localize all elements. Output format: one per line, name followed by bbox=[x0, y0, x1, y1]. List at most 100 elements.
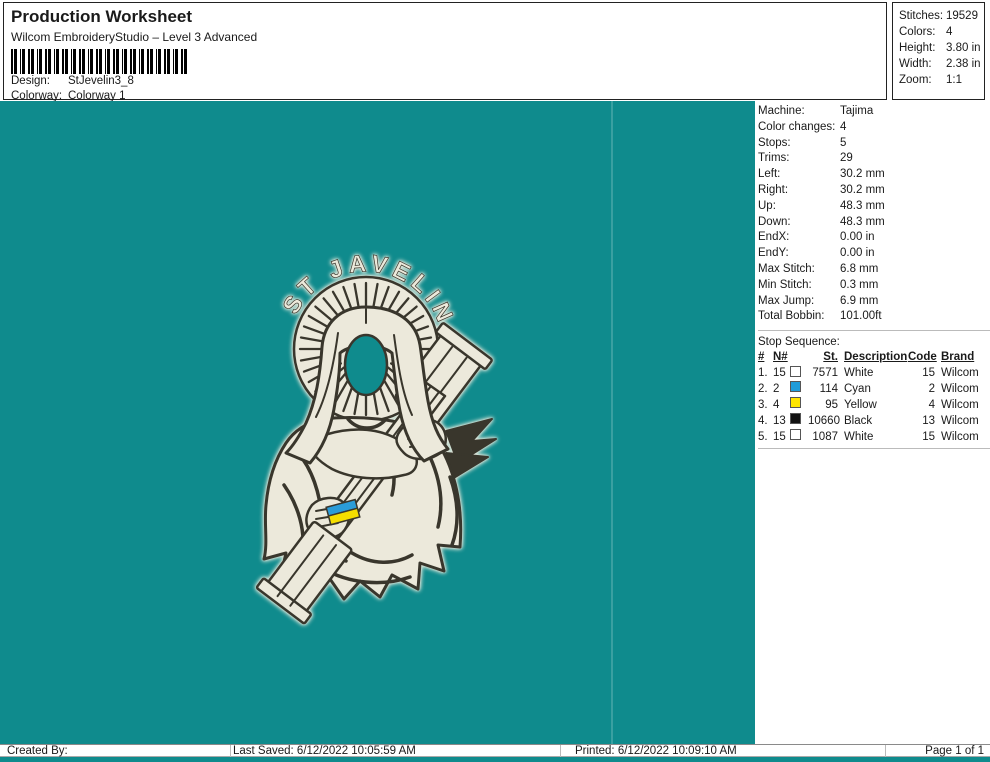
left-value: 30.2 mm bbox=[840, 168, 885, 181]
thread-swatch-white bbox=[790, 429, 801, 441]
max-stitch-label: Max Stitch: bbox=[758, 262, 815, 275]
stops-value: 5 bbox=[840, 136, 847, 149]
machine-label: Machine: bbox=[758, 105, 805, 117]
col-brand: Brand bbox=[941, 351, 975, 364]
info-row-color-changes: Color changes: 4 bbox=[758, 120, 990, 136]
footer-bar: Created By: Last Saved: 6/12/2022 10:05:… bbox=[0, 744, 990, 757]
design-name: StJevelin3_8 bbox=[68, 75, 134, 87]
info-row-up: Up: 48.3 mm bbox=[758, 199, 990, 215]
info-row-machine: Machine: Tajima bbox=[758, 104, 990, 120]
page-title: Production Worksheet bbox=[11, 7, 193, 26]
machine-info-panel: Machine: Tajima Color changes: 4 Stops: 5 T… bbox=[756, 101, 990, 744]
stop-sequence-title: Stop Sequence: bbox=[758, 336, 840, 349]
height-value: 3.80 in bbox=[946, 42, 981, 54]
stop-row-4: 4. 13 10660 Black 13 Wilcom bbox=[758, 413, 979, 427]
up-label: Up: bbox=[758, 199, 776, 212]
col-st: St. bbox=[823, 351, 838, 364]
down-value: 48.3 mm bbox=[840, 215, 885, 228]
info-row-stops: Stops: 5 bbox=[758, 136, 990, 152]
summary-row-height: Height: 3.80 in bbox=[899, 40, 984, 56]
face bbox=[343, 333, 389, 397]
stop-row-1: 1. 15 7571 White 15 Wilcom bbox=[758, 365, 979, 380]
color-changes-value: 4 bbox=[840, 120, 847, 133]
info-row-trims: Trims: 29 bbox=[758, 151, 990, 167]
right-value: 30.2 mm bbox=[840, 183, 885, 196]
info-row-total-bobbin: Total Bobbin: 101.00ft bbox=[758, 309, 990, 325]
footer-divider bbox=[560, 745, 561, 757]
thread-swatch-cyan bbox=[790, 381, 801, 393]
summary-box: Stitches: 19529 Colors: 4 Height: 3.80 in W… bbox=[892, 2, 985, 100]
zoom-label: Zoom: bbox=[899, 74, 932, 86]
max-stitch-value: 6.8 mm bbox=[840, 262, 879, 275]
trims-label: Trims: bbox=[758, 152, 790, 165]
thread-swatch-white bbox=[790, 365, 801, 377]
design-barcode bbox=[11, 49, 189, 74]
info-row-right: Right: 30.2 mm bbox=[758, 183, 990, 199]
software-name: Wilcom EmbroideryStudio – Level 3 Advanc… bbox=[11, 30, 258, 44]
summary-row-zoom: Zoom: 1:1 bbox=[899, 72, 984, 88]
created-by: Created By: bbox=[7, 745, 68, 757]
col-description: Description bbox=[844, 351, 908, 364]
info-row-max-jump: Max Jump: 6.9 mm bbox=[758, 294, 990, 310]
min-stitch-label: Min Stitch: bbox=[758, 278, 812, 291]
printed-timestamp: Printed: 6/12/2022 10:09:10 AM bbox=[575, 745, 737, 757]
zoom-value: 1:1 bbox=[946, 74, 962, 86]
width-value: 2.38 in bbox=[946, 58, 981, 70]
design-row: Design: StJevelin3_8 bbox=[11, 75, 134, 87]
stops-label: Stops: bbox=[758, 136, 791, 149]
header-box: Production Worksheet Wilcom EmbroiderySt… bbox=[3, 2, 887, 102]
st-javelin-patch: ST JAVELIN bbox=[255, 250, 497, 625]
last-saved: Last Saved: 6/12/2022 10:05:59 AM bbox=[233, 745, 416, 757]
col-n: N# bbox=[773, 351, 788, 364]
info-row-left: Left: 30.2 mm bbox=[758, 167, 990, 183]
endy-value: 0.00 in bbox=[840, 247, 875, 260]
summary-row-width: Width: 2.38 in bbox=[899, 56, 984, 72]
footer-divider bbox=[885, 745, 886, 757]
stop-row-3: 3. 4 95 Yellow 4 Wilcom bbox=[758, 397, 979, 411]
stop-row-5: 5. 15 1087 White 15 Wilcom bbox=[758, 429, 979, 443]
footer-divider bbox=[230, 745, 231, 757]
stop-table-header: # N# St. Description Code Brand bbox=[758, 350, 990, 366]
up-value: 48.3 mm bbox=[840, 199, 885, 212]
thread-swatch-black bbox=[790, 413, 801, 425]
total-bobbin-value: 101.00ft bbox=[840, 310, 882, 323]
colors-value: 4 bbox=[946, 26, 953, 38]
width-label: Width: bbox=[899, 58, 932, 70]
design-label: Design: bbox=[11, 75, 50, 87]
summary-row-stitches: Stitches: 19529 bbox=[899, 8, 984, 24]
endy-label: EndY: bbox=[758, 247, 789, 260]
info-row-max-stitch: Max Stitch: 6.8 mm bbox=[758, 262, 990, 278]
bottom-teal-bar bbox=[0, 757, 990, 762]
max-jump-value: 6.9 mm bbox=[840, 294, 879, 307]
total-bobbin-label: Total Bobbin: bbox=[758, 310, 825, 323]
left-label: Left: bbox=[758, 168, 781, 181]
stitches-label: Stitches: bbox=[899, 10, 944, 22]
info-row-endx: EndX: 0.00 in bbox=[758, 230, 990, 246]
color-changes-label: Color changes: bbox=[758, 120, 836, 133]
summary-row-colors: Colors: 4 bbox=[899, 24, 984, 40]
col-num: # bbox=[758, 351, 765, 364]
stop-row-2: 2. 2 114 Cyan 2 Wilcom bbox=[758, 381, 979, 395]
page-number: Page 1 of 1 bbox=[925, 745, 984, 757]
trims-value: 29 bbox=[840, 152, 853, 165]
min-stitch-value: 0.3 mm bbox=[840, 278, 879, 291]
col-code: Code bbox=[908, 351, 937, 364]
endx-value: 0.00 in bbox=[840, 231, 875, 244]
info-row-endy: EndY: 0.00 in bbox=[758, 246, 990, 262]
right-label: Right: bbox=[758, 183, 789, 196]
endx-label: EndX: bbox=[758, 231, 790, 244]
stitches-value: 19529 bbox=[946, 10, 978, 22]
production-worksheet-page: Production Worksheet Wilcom EmbroiderySt… bbox=[0, 0, 990, 762]
height-label: Height: bbox=[899, 42, 936, 54]
info-row-down: Down: 48.3 mm bbox=[758, 215, 990, 231]
max-jump-label: Max Jump: bbox=[758, 294, 815, 307]
thread-swatch-yellow bbox=[790, 397, 801, 409]
info-row-min-stitch: Min Stitch: 0.3 mm bbox=[758, 278, 990, 294]
colors-label: Colors: bbox=[899, 26, 936, 38]
design-canvas: ST JAVELIN bbox=[0, 101, 755, 744]
machine-value: Tajima bbox=[840, 105, 874, 117]
stop-sequence-section: Stop Sequence: # N# St. Description Code… bbox=[758, 330, 990, 449]
embroidery-design: ST JAVELIN bbox=[255, 250, 497, 625]
down-label: Down: bbox=[758, 215, 791, 228]
stop-sequence-table: # N# St. Description Code Brand 1. 15 75… bbox=[758, 350, 990, 449]
